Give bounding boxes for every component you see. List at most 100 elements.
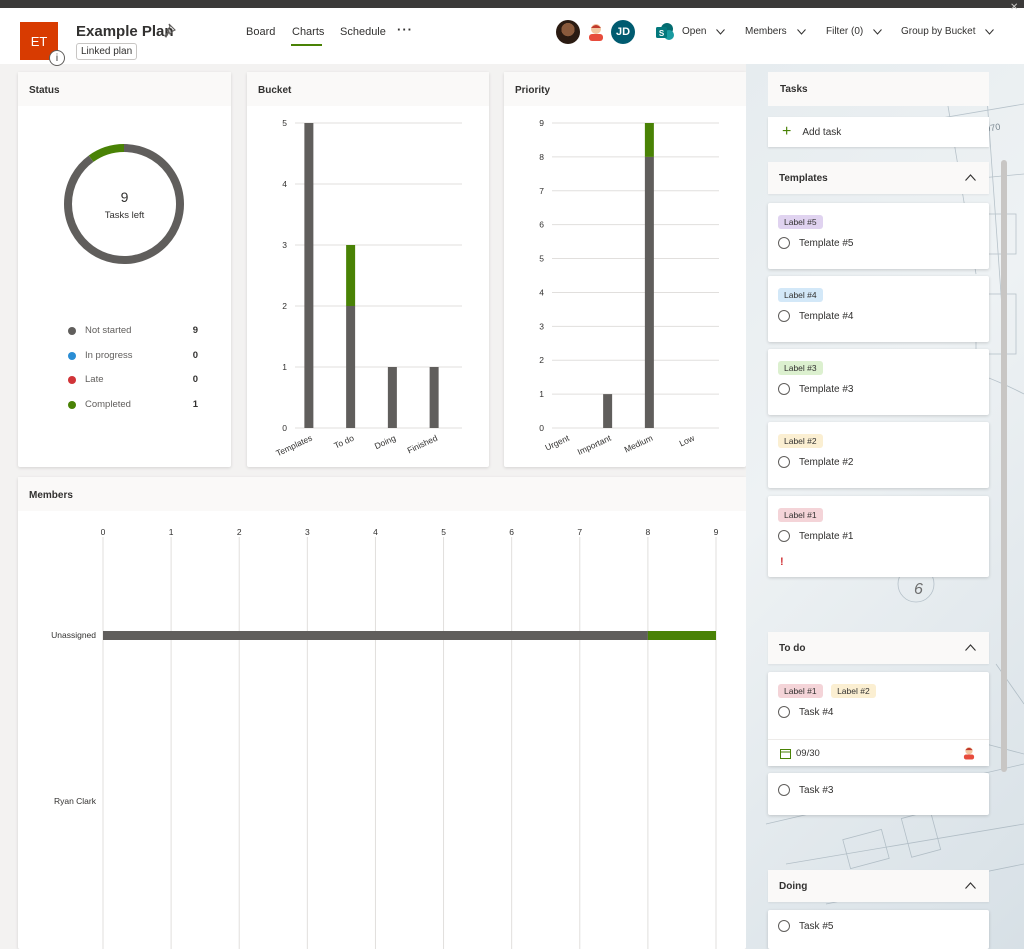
bucket-header-doing[interactable]: Doing bbox=[768, 870, 989, 902]
chevron-down-icon bbox=[985, 28, 995, 35]
y-tick-label: 3 bbox=[282, 240, 287, 250]
task-card[interactable]: Label #1 Label #2 Task #4 09/30 bbox=[768, 672, 989, 766]
bucket-name: Templates bbox=[779, 173, 828, 184]
y-tick-label: Ryan Clark bbox=[54, 796, 97, 806]
task-card[interactable]: Label #5 Template #5 bbox=[768, 203, 989, 269]
open-button[interactable]: Open bbox=[682, 26, 726, 37]
add-task-button[interactable]: + Add task bbox=[768, 117, 989, 147]
bar-important bbox=[603, 394, 613, 428]
open-button-label: Open bbox=[682, 26, 707, 37]
task-card[interactable]: Label #2 Template #2 bbox=[768, 422, 989, 488]
y-tick-label: 9 bbox=[539, 118, 544, 128]
complete-checkbox[interactable] bbox=[778, 920, 790, 932]
y-tick-label: 3 bbox=[539, 321, 544, 331]
y-tick-label: 0 bbox=[282, 423, 287, 433]
window-close-icon[interactable]: ✕ bbox=[1010, 2, 1018, 13]
tab-charts[interactable]: Charts bbox=[292, 26, 324, 38]
task-card[interactable]: Label #1 Template #1 ! bbox=[768, 496, 989, 577]
complete-checkbox[interactable] bbox=[778, 237, 790, 249]
avatar[interactable] bbox=[584, 20, 608, 44]
x-tick-label: Doing bbox=[373, 433, 398, 452]
tasks-left-label: Tasks left bbox=[104, 210, 145, 221]
bar-doing bbox=[387, 367, 397, 428]
priority-card: Priority 0 1 2 3 4 5 6 7 8 9 Urgent Important Medium… bbox=[504, 72, 746, 467]
tasks-panel-scrollbar[interactable] bbox=[1001, 160, 1007, 772]
label-chip: Label #2 bbox=[778, 434, 823, 448]
x-tick-label: 9 bbox=[714, 527, 719, 537]
in-progress-dot bbox=[68, 351, 76, 360]
complete-checkbox[interactable] bbox=[778, 310, 790, 322]
x-tick-label: 5 bbox=[441, 527, 446, 537]
priority-bar-chart: 0 1 2 3 4 5 6 7 8 9 Urgent Important Medium Low bbox=[539, 118, 719, 457]
due-date-text: 09/30 bbox=[796, 748, 820, 759]
y-tick-label: 2 bbox=[282, 301, 287, 311]
bar-to-do bbox=[346, 306, 356, 428]
tab-board[interactable]: Board bbox=[246, 26, 275, 38]
legend-label: Not started bbox=[85, 325, 132, 336]
group-by-button[interactable]: Group by Bucket bbox=[901, 26, 995, 37]
x-tick-label: 6 bbox=[509, 527, 514, 537]
task-title: Task #5 bbox=[799, 920, 834, 932]
x-tick-label: 1 bbox=[169, 527, 174, 537]
svg-text:S: S bbox=[659, 29, 665, 38]
x-tick-label: Medium bbox=[623, 433, 655, 455]
y-tick-label: 5 bbox=[282, 118, 287, 128]
legend-count: 9 bbox=[192, 325, 198, 336]
bucket-header-templates[interactable]: Templates bbox=[768, 162, 989, 194]
complete-checkbox[interactable] bbox=[778, 530, 790, 542]
task-card[interactable]: Label #4 Template #4 bbox=[768, 276, 989, 342]
legend-count: 0 bbox=[192, 350, 198, 361]
task-card[interactable]: Task #3 bbox=[768, 773, 989, 815]
bar-medium bbox=[644, 123, 654, 157]
more-icon[interactable]: ··· bbox=[397, 22, 413, 37]
bar-unassigned bbox=[647, 631, 716, 640]
members-card: Members 0 1 2 3 4 5 6 7 8 9 Unassigned Ryan Clark bbox=[18, 477, 746, 949]
y-tick-label: 6 bbox=[539, 220, 544, 230]
complete-checkbox[interactable] bbox=[778, 456, 790, 468]
filter-button[interactable]: Filter (0) bbox=[826, 26, 883, 37]
y-tick-label: 4 bbox=[282, 179, 287, 189]
y-tick-label: 5 bbox=[539, 254, 544, 264]
tab-schedule[interactable]: Schedule bbox=[340, 26, 386, 38]
x-tick-label: Low bbox=[678, 432, 697, 448]
chevron-up-icon[interactable] bbox=[965, 174, 976, 181]
members-button[interactable]: Members bbox=[745, 26, 806, 37]
task-card[interactable]: Label #3 Template #3 bbox=[768, 349, 989, 415]
chevron-up-icon[interactable] bbox=[965, 882, 976, 889]
avatar[interactable] bbox=[556, 20, 580, 44]
cartoon-avatar-icon bbox=[589, 24, 603, 41]
task-title: Template #5 bbox=[799, 237, 854, 249]
sharepoint-icon[interactable]: S bbox=[655, 22, 675, 42]
legend-item-not-started: Not started 9 bbox=[68, 325, 198, 336]
window-top-strip bbox=[0, 0, 1024, 8]
legend-count: 0 bbox=[192, 374, 198, 385]
x-tick-label: 0 bbox=[101, 527, 106, 537]
bucket-name: Doing bbox=[779, 881, 808, 892]
legend-label: In progress bbox=[85, 350, 133, 361]
complete-checkbox[interactable] bbox=[778, 383, 790, 395]
bucket-bar-chart: 0 1 2 3 4 5 Templates To do Doing Finished bbox=[274, 118, 462, 458]
avatar[interactable]: JD bbox=[611, 20, 635, 44]
status-card: Status 9 Tasks left Not started 9 In pro… bbox=[18, 72, 231, 467]
pin-icon[interactable] bbox=[164, 23, 178, 39]
bucket-card-title: Bucket bbox=[247, 72, 489, 106]
assignee-avatar-icon[interactable] bbox=[961, 745, 977, 761]
bucket-header-todo[interactable]: To do bbox=[768, 632, 989, 664]
chevron-up-icon[interactable] bbox=[965, 644, 976, 651]
add-task-label: Add task bbox=[802, 126, 842, 138]
x-tick-label: Important bbox=[576, 432, 613, 457]
chevron-down-icon bbox=[796, 28, 806, 35]
members-card-title: Members bbox=[18, 477, 746, 511]
complete-checkbox[interactable] bbox=[778, 706, 790, 718]
bar-unassigned bbox=[103, 631, 648, 640]
chevron-down-icon bbox=[716, 28, 726, 35]
y-tick-label: 1 bbox=[282, 362, 287, 372]
linked-plan-badge[interactable]: Linked plan bbox=[76, 43, 138, 60]
x-tick-label: 4 bbox=[373, 527, 378, 537]
x-tick-label: To do bbox=[332, 433, 355, 451]
legend-label: Completed bbox=[85, 399, 131, 410]
task-card[interactable]: Task #5 bbox=[768, 910, 989, 949]
bar-templates bbox=[304, 123, 314, 428]
info-icon[interactable]: i bbox=[49, 50, 65, 66]
complete-checkbox[interactable] bbox=[778, 784, 790, 796]
